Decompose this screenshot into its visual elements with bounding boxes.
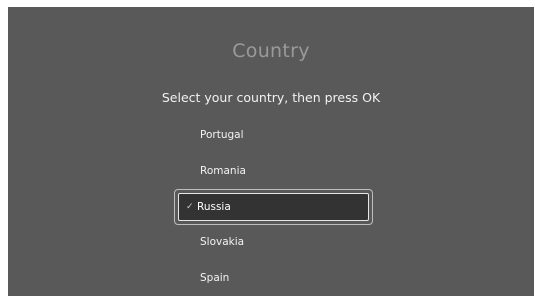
country-item-spain[interactable]: Spain (200, 270, 229, 286)
country-list: Portugal Romania ✓ Russia Slovakia Spain (8, 7, 534, 296)
focus-highlight: ✓ Russia (178, 193, 369, 221)
country-item-romania[interactable]: Romania (200, 163, 246, 179)
country-item-slovakia[interactable]: Slovakia (200, 234, 244, 250)
country-item-russia-focused[interactable]: ✓ Russia (174, 189, 373, 225)
country-selection-screen: Country Select your country, then press … (8, 7, 534, 296)
country-item-russia-label: Russia (197, 201, 231, 213)
country-item-portugal[interactable]: Portugal (200, 127, 244, 143)
checkmark-icon: ✓ (186, 202, 194, 212)
